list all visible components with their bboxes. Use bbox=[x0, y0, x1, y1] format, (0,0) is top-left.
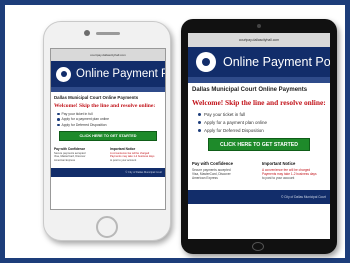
info-heading: Important Notice bbox=[110, 146, 136, 151]
phone-get-started-button[interactable]: CLICK HERE TO GET STARTED bbox=[59, 130, 157, 141]
tablet-court-title: Dallas Municipal Court Online Payments bbox=[192, 87, 308, 93]
tablet-url-bar[interactable]: courtpay.dallascityhall.com bbox=[192, 38, 326, 42]
bullet-icon bbox=[198, 120, 201, 124]
phone-info-right: Important Notice A convenience fee will … bbox=[110, 147, 162, 162]
tablet-step-item: Apply for a payment plan online bbox=[188, 118, 330, 126]
phone-step-label: Apply for a payment plan online bbox=[61, 117, 110, 122]
phone-home-button-icon[interactable] bbox=[96, 216, 118, 238]
tablet-footer: © City of Dallas Municipal Court bbox=[188, 190, 330, 205]
info-line: American Express bbox=[54, 158, 76, 162]
tablet-step-item: Pay your ticket in full bbox=[188, 110, 330, 118]
tablet-home-button-icon[interactable] bbox=[252, 242, 264, 251]
bullet-icon bbox=[198, 128, 201, 132]
phone-screen: courtpay.dallascityhall.com Online Payme… bbox=[50, 48, 166, 210]
tablet-portal-title: Online Payment Portal bbox=[223, 55, 330, 69]
phone-footer: © City of Dallas Municipal Court bbox=[51, 168, 165, 177]
tablet-info-section: Pay with Confidence Secure payments acce… bbox=[188, 157, 330, 184]
tablet-device: courtpay.dallascityhall.com Online Payme… bbox=[181, 19, 337, 254]
tablet-info-right: Important Notice A convenience fee will … bbox=[262, 161, 326, 180]
bullet-icon bbox=[57, 123, 60, 127]
tablet-welcome-heading: Welcome! Skip the line and resolve onlin… bbox=[192, 98, 326, 107]
info-heading: Pay with Confidence bbox=[54, 146, 86, 151]
info-line: American Express bbox=[192, 175, 218, 180]
phone-info-left: Pay with Confidence Secure payments acce… bbox=[54, 147, 106, 162]
phone-browser-bar: courtpay.dallascityhall.com bbox=[51, 49, 165, 61]
phone-speaker-icon bbox=[96, 32, 120, 35]
tablet-camera-icon bbox=[257, 24, 261, 28]
phone-step-item: Apply for Deferred Disposition bbox=[51, 122, 165, 128]
court-seal-icon bbox=[196, 52, 216, 72]
phone-step-label: Apply for Deferred Disposition bbox=[61, 122, 107, 127]
tablet-step-label: Apply for a payment plan online bbox=[204, 119, 268, 125]
phone-step-label: Pay your ticket in full bbox=[61, 111, 93, 116]
phone-portal-banner: Online Payment Portal bbox=[51, 61, 165, 87]
tablet-browser-bar: courtpay.dallascityhall.com bbox=[188, 33, 330, 47]
tablet-step-item: Apply for Deferred Disposition bbox=[188, 126, 330, 134]
tablet-get-started-button[interactable]: CLICK HERE TO GET STARTED bbox=[208, 138, 310, 151]
court-seal-icon bbox=[56, 66, 71, 82]
info-heading: Pay with Confidence bbox=[192, 161, 233, 166]
phone-device: courtpay.dallascityhall.com Online Payme… bbox=[43, 21, 171, 241]
tablet-step-label: Apply for Deferred Disposition bbox=[204, 127, 264, 133]
tablet-screen: courtpay.dallascityhall.com Online Payme… bbox=[188, 33, 330, 239]
phone-court-title: Dallas Municipal Court Online Payments bbox=[54, 95, 139, 100]
phone-camera-icon bbox=[84, 30, 90, 36]
bullet-icon bbox=[57, 118, 60, 121]
info-heading: Important Notice bbox=[262, 161, 296, 166]
tablet-step-label: Pay your ticket in full bbox=[204, 111, 246, 117]
tablet-info-left: Pay with Confidence Secure payments acce… bbox=[192, 161, 256, 180]
illustration-frame: courtpay.dallascityhall.com Online Payme… bbox=[0, 0, 350, 263]
phone-url-bar[interactable]: courtpay.dallascityhall.com bbox=[54, 53, 162, 57]
info-line: to post to your account bbox=[110, 158, 137, 162]
phone-portal-title: Online Payment Portal bbox=[76, 68, 165, 80]
info-line: to post to your account bbox=[262, 175, 295, 180]
phone-welcome-heading: Welcome! Skip the line and resolve onlin… bbox=[54, 103, 156, 109]
phone-info-section: Pay with Confidence Secure payments acce… bbox=[51, 145, 165, 164]
tablet-portal-banner: Online Payment Portal bbox=[188, 47, 330, 77]
bullet-icon bbox=[57, 112, 60, 116]
bullet-icon bbox=[198, 112, 201, 116]
